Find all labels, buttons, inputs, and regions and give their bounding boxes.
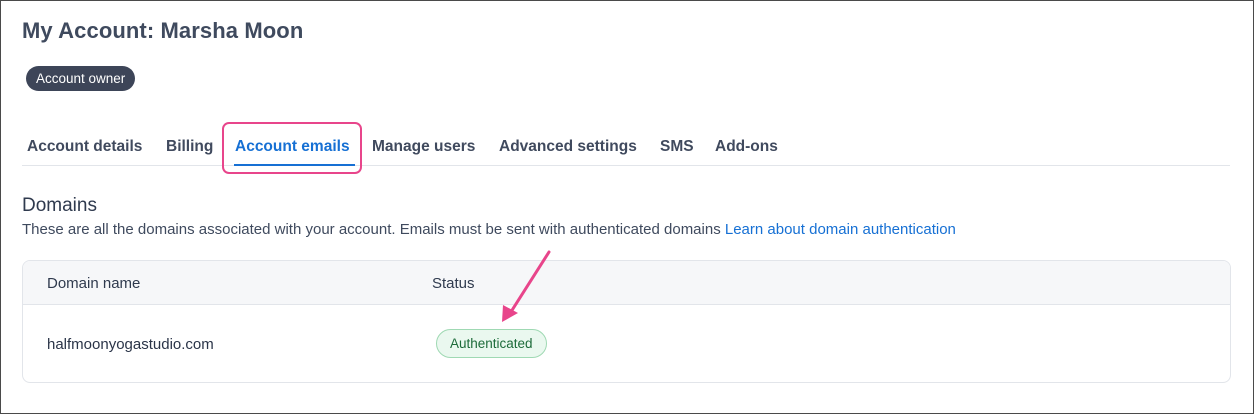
annotation-arrow-icon	[502, 250, 551, 322]
